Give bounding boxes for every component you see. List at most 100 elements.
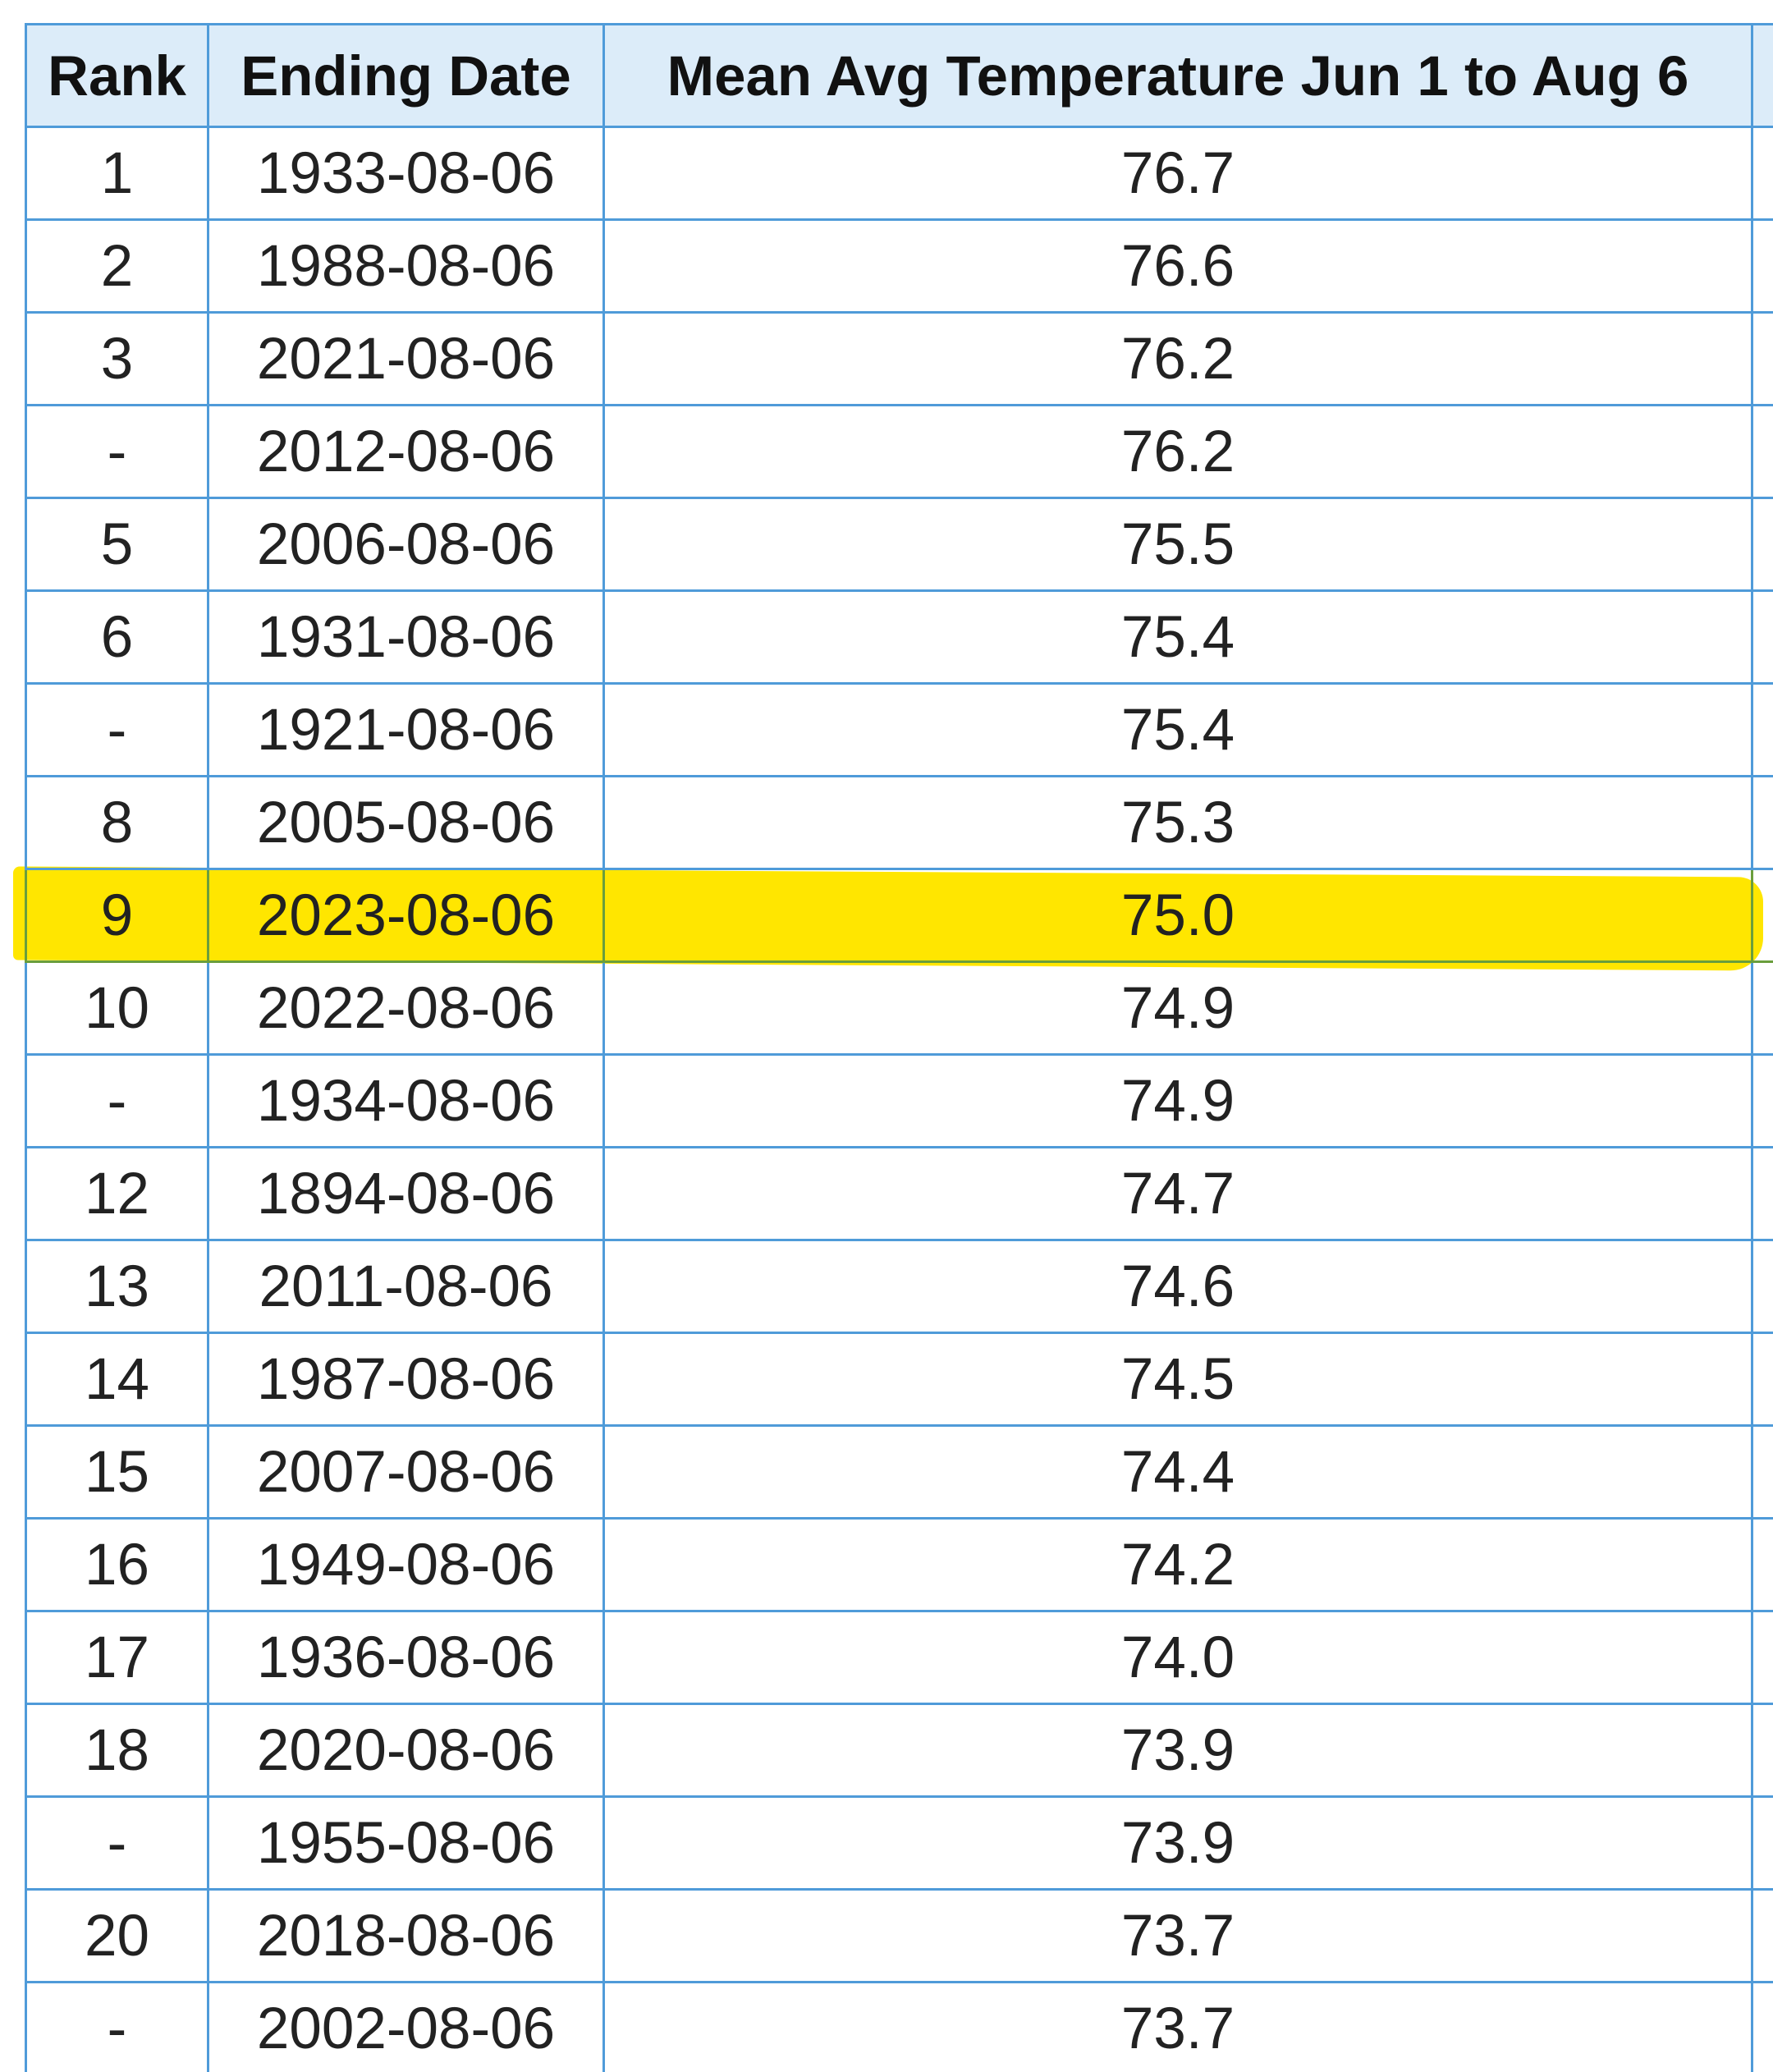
rank-cell: 5 — [25, 497, 209, 592]
column-header-mean-avg-temperature[interactable]: Mean Avg Temperature Jun 1 to Aug 6 — [602, 23, 1753, 128]
extra-cell — [1751, 1517, 1773, 1612]
table-row: 1 1933-08-06 76.7 — [25, 126, 1773, 221]
rank-cell: 6 — [25, 589, 209, 685]
rank-cell: - — [25, 1981, 209, 2072]
column-header-rank[interactable]: Rank — [25, 23, 209, 128]
extra-cell — [1751, 311, 1773, 406]
rank-cell: 8 — [25, 775, 209, 870]
mean-avg-temperature-cell: 74.4 — [602, 1424, 1753, 1520]
rank-cell: 9 — [25, 868, 209, 963]
mean-avg-temperature-cell: 74.6 — [602, 1239, 1753, 1334]
extra-cell — [1751, 682, 1773, 777]
mean-avg-temperature-cell: 73.9 — [602, 1795, 1753, 1891]
table-row: 15 2007-08-06 74.4 — [25, 1424, 1773, 1520]
ending-date-cell: 1987-08-06 — [207, 1332, 605, 1427]
mean-avg-temperature-cell: 75.0 — [602, 868, 1753, 963]
extra-cell — [1751, 218, 1773, 314]
temperature-rankings-table: Rank Ending Date Mean Avg Temperature Ju… — [25, 23, 1773, 2072]
extra-cell — [1751, 1053, 1773, 1148]
table-row: 6 1931-08-06 75.4 — [25, 589, 1773, 685]
table-row: 5 2006-08-06 75.5 — [25, 497, 1773, 592]
extra-cell — [1751, 1795, 1773, 1891]
ending-date-cell: 2006-08-06 — [207, 497, 605, 592]
table-row: 16 1949-08-06 74.2 — [25, 1517, 1773, 1612]
rank-cell: 16 — [25, 1517, 209, 1612]
table-row: 8 2005-08-06 75.3 — [25, 775, 1773, 870]
ending-date-cell: 2012-08-06 — [207, 404, 605, 499]
table-row: -1934-08-06 74.9 — [25, 1053, 1773, 1148]
table-row: -1921-08-06 75.4 — [25, 682, 1773, 777]
column-header-extra — [1751, 23, 1773, 128]
extra-cell — [1751, 1981, 1773, 2072]
rank-cell: - — [25, 682, 209, 777]
ending-date-cell: 2002-08-06 — [207, 1981, 605, 2072]
ending-date-cell: 2023-08-06 — [207, 868, 605, 963]
table-row: 20 2018-08-06 73.7 — [25, 1888, 1773, 1983]
rank-cell: 18 — [25, 1703, 209, 1798]
mean-avg-temperature-cell: 76.2 — [602, 404, 1753, 499]
ending-date-cell: 1988-08-06 — [207, 218, 605, 314]
mean-avg-temperature-cell: 75.4 — [602, 682, 1753, 777]
table-row-highlighted: 9 2023-08-06 75.0 — [25, 868, 1773, 963]
mean-avg-temperature-cell: 73.7 — [602, 1981, 1753, 2072]
table-header-row: Rank Ending Date Mean Avg Temperature Ju… — [25, 23, 1773, 128]
ending-date-cell: 1936-08-06 — [207, 1610, 605, 1705]
table-row: 2 1988-08-06 76.6 — [25, 218, 1773, 314]
mean-avg-temperature-cell: 76.6 — [602, 218, 1753, 314]
table-row: 10 2022-08-06 74.9 — [25, 960, 1773, 1056]
ending-date-cell: 1921-08-06 — [207, 682, 605, 777]
mean-avg-temperature-cell: 74.9 — [602, 960, 1753, 1056]
rank-cell: 10 — [25, 960, 209, 1056]
table-row: -2002-08-06 73.7 — [25, 1981, 1773, 2072]
ending-date-cell: 1949-08-06 — [207, 1517, 605, 1612]
extra-cell — [1751, 1888, 1773, 1983]
ending-date-cell: 2020-08-06 — [207, 1703, 605, 1798]
extra-cell — [1751, 404, 1773, 499]
mean-avg-temperature-cell: 75.3 — [602, 775, 1753, 870]
mean-avg-temperature-cell: 73.7 — [602, 1888, 1753, 1983]
mean-avg-temperature-cell: 76.7 — [602, 126, 1753, 221]
mean-avg-temperature-cell: 74.0 — [602, 1610, 1753, 1705]
table-row: 12 1894-08-06 74.7 — [25, 1146, 1773, 1241]
mean-avg-temperature-cell: 74.9 — [602, 1053, 1753, 1148]
mean-avg-temperature-cell: 74.5 — [602, 1332, 1753, 1427]
rank-cell: 20 — [25, 1888, 209, 1983]
extra-cell — [1751, 775, 1773, 870]
table-row: 14 1987-08-06 74.5 — [25, 1332, 1773, 1427]
table-row: -2012-08-06 76.2 — [25, 404, 1773, 499]
rank-cell: 17 — [25, 1610, 209, 1705]
extra-cell — [1751, 1703, 1773, 1798]
table-row: 17 1936-08-06 74.0 — [25, 1610, 1773, 1705]
table-row: 13 2011-08-06 74.6 — [25, 1239, 1773, 1334]
table-row: 18 2020-08-06 73.9 — [25, 1703, 1773, 1798]
rank-cell: 3 — [25, 311, 209, 406]
extra-cell — [1751, 1239, 1773, 1334]
rank-cell: 2 — [25, 218, 209, 314]
mean-avg-temperature-cell: 75.5 — [602, 497, 1753, 592]
table-row: -1955-08-06 73.9 — [25, 1795, 1773, 1891]
rank-cell: 13 — [25, 1239, 209, 1334]
rank-cell: 15 — [25, 1424, 209, 1520]
ending-date-cell: 1955-08-06 — [207, 1795, 605, 1891]
extra-cell — [1751, 589, 1773, 685]
ending-date-cell: 1894-08-06 — [207, 1146, 605, 1241]
mean-avg-temperature-cell: 75.4 — [602, 589, 1753, 685]
rank-cell: 14 — [25, 1332, 209, 1427]
extra-cell — [1751, 1610, 1773, 1705]
extra-cell — [1751, 126, 1773, 221]
ending-date-cell: 1933-08-06 — [207, 126, 605, 221]
column-header-ending-date[interactable]: Ending Date — [207, 23, 605, 128]
extra-cell — [1751, 1424, 1773, 1520]
mean-avg-temperature-cell: 73.9 — [602, 1703, 1753, 1798]
mean-avg-temperature-cell: 74.7 — [602, 1146, 1753, 1241]
ending-date-cell: 2007-08-06 — [207, 1424, 605, 1520]
mean-avg-temperature-cell: 74.2 — [602, 1517, 1753, 1612]
table-body: 1 1933-08-06 76.7 2 1988-08-06 76.6 3 2021-08-0… — [25, 126, 1773, 2072]
rank-cell: - — [25, 1053, 209, 1148]
ending-date-cell: 2005-08-06 — [207, 775, 605, 870]
extra-cell — [1751, 1332, 1773, 1427]
extra-cell — [1751, 868, 1773, 963]
ending-date-cell: 2011-08-06 — [207, 1239, 605, 1334]
ending-date-cell: 2021-08-06 — [207, 311, 605, 406]
rankings-table-container: Rank Ending Date Mean Avg Temperature Ju… — [25, 23, 1773, 2072]
